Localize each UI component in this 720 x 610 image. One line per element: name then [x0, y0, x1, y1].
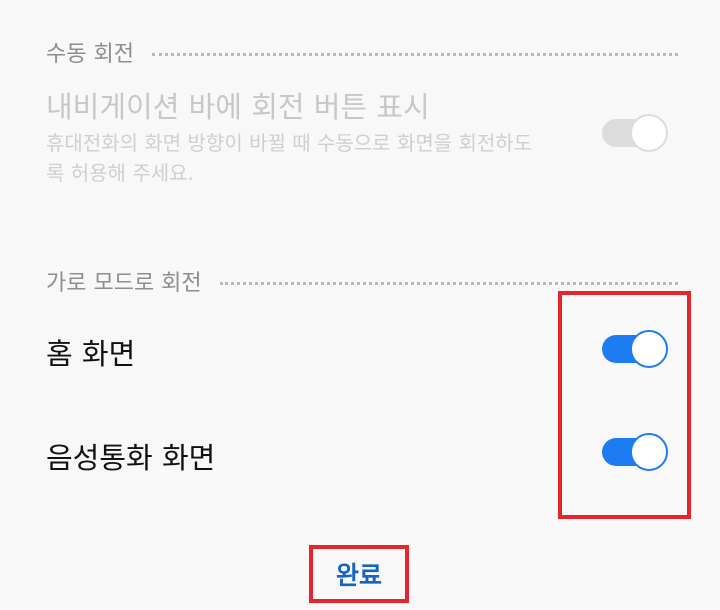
section-divider — [219, 281, 678, 285]
toggles-highlight-box — [558, 291, 691, 519]
done-button[interactable]: 완료 — [309, 545, 409, 603]
home-screen-title: 홈 화면 — [46, 337, 136, 371]
section-header-manual-rotation: 수동 회전 — [46, 36, 678, 68]
section-header-label: 수동 회전 — [46, 42, 134, 67]
voice-call-screen-title: 음성통화 화면 — [46, 441, 216, 475]
section-divider — [151, 52, 678, 56]
nav-bar-rotate-button-toggle[interactable] — [602, 114, 668, 152]
nav-bar-rotate-button-title: 내비게이션 바에 회전 버튼 표시 — [46, 90, 430, 124]
toggle-knob — [630, 114, 668, 152]
section-header-label: 가로 모드로 회전 — [46, 271, 202, 296]
nav-bar-rotate-button-description: 휴대전화의 화면 방향이 바뀔 때 수동으로 화면을 회전하도록 허용해 주세요… — [46, 131, 533, 185]
